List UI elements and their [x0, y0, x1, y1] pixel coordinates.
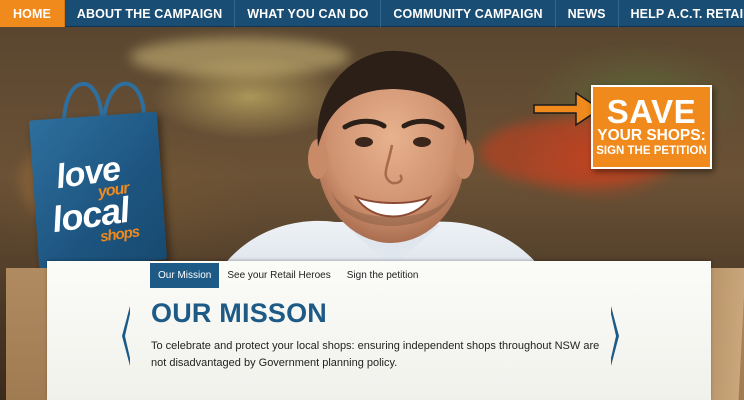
petition-sign-text: SIGN THE PETITION [596, 145, 707, 157]
page-title: OUR MISSON [151, 298, 328, 328]
nav-community-campaign[interactable]: COMMUNITY CAMPAIGN [381, 0, 556, 27]
chevron-left-icon[interactable] [121, 306, 131, 366]
tab-our-mission[interactable]: Our Mission [150, 263, 220, 288]
chevron-right-icon[interactable] [610, 306, 620, 366]
mission-panel: Our Mission See your Retail Heroes Sign … [47, 261, 711, 400]
nav-help-act-retailers[interactable]: HELP A.C.T. RETAILERS [619, 0, 744, 27]
sign-petition-badge[interactable]: SAVE YOUR SHOPS: SIGN THE PETITION [591, 85, 712, 169]
mission-body-text: To celebrate and protect your local shop… [151, 340, 600, 369]
tab-sign-petition[interactable]: Sign the petition [339, 263, 427, 288]
love-your-local-shops-logo[interactable]: love your local shops [28, 64, 168, 269]
nav-what-you-can-do[interactable]: WHAT YOU CAN DO [235, 0, 382, 27]
tab-retail-heroes[interactable]: See your Retail Heroes [219, 263, 338, 288]
nav-home[interactable]: HOME [0, 0, 65, 27]
nav-about-the-campaign[interactable]: ABOUT THE CAMPAIGN [65, 0, 236, 27]
main-nav: HOME ABOUT THE CAMPAIGN WHAT YOU CAN DO … [0, 0, 744, 27]
petition-your-shops-text: YOUR SHOPS: [597, 127, 706, 144]
content-tabs: Our Mission See your Retail Heroes Sign … [150, 263, 426, 288]
petition-save-text: SAVE [606, 93, 697, 130]
nav-news[interactable]: NEWS [556, 0, 619, 27]
